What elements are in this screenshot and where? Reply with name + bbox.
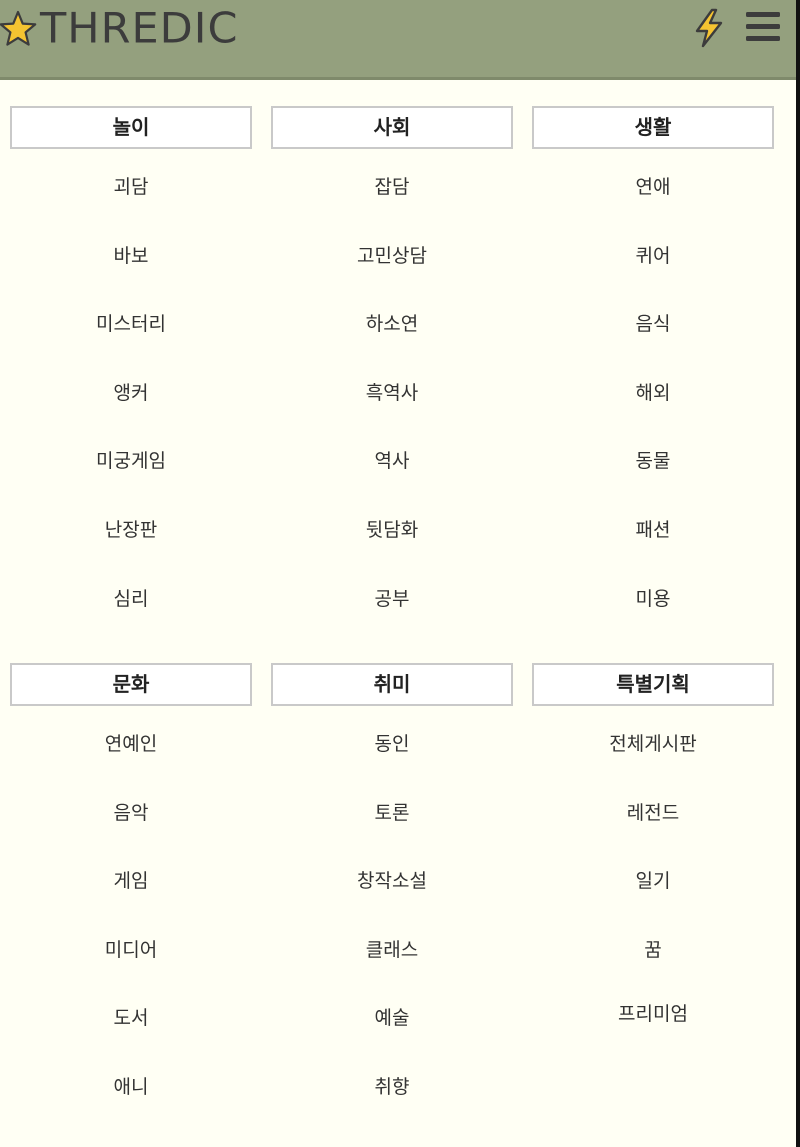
board-link[interactable]: 예술 bbox=[271, 1004, 513, 1032]
board-link[interactable]: 역사 bbox=[271, 447, 513, 475]
board-link[interactable]: 동인 bbox=[271, 730, 513, 758]
app-frame: THREDIC 놀이 괴담 바보 미스터리 앵커 미궁게임 난장판 심리 사회 … bbox=[0, 0, 796, 1147]
board-link[interactable]: 퀴어 bbox=[532, 242, 774, 270]
category-header[interactable]: 특별기획 bbox=[532, 663, 774, 706]
board-link[interactable]: 게임 bbox=[10, 867, 252, 895]
site-logo[interactable]: THREDIC bbox=[0, 6, 238, 52]
board-link[interactable]: 일기 bbox=[532, 867, 774, 895]
board-link[interactable]: 클래스 bbox=[271, 936, 513, 964]
category-column: 취미 동인 토론 창작소설 클래스 예술 취향 bbox=[271, 663, 513, 1098]
board-link[interactable]: 잡담 bbox=[271, 173, 513, 201]
board-link[interactable]: 토론 bbox=[271, 799, 513, 827]
board-link[interactable]: 취향 bbox=[271, 1073, 513, 1101]
category-header[interactable]: 놀이 bbox=[10, 106, 252, 149]
board-link[interactable]: 뒷담화 bbox=[271, 516, 513, 544]
board-link[interactable]: 흑역사 bbox=[271, 379, 513, 407]
board-link[interactable]: 앵커 bbox=[10, 379, 252, 407]
board-link[interactable]: 꿈 bbox=[532, 936, 774, 964]
board-link[interactable]: 미궁게임 bbox=[10, 447, 252, 475]
board-link[interactable]: 도서 bbox=[10, 1004, 252, 1032]
board-link[interactable]: 연예인 bbox=[10, 730, 252, 758]
category-header[interactable]: 문화 bbox=[10, 663, 252, 706]
board-link[interactable]: 심리 bbox=[10, 585, 252, 613]
logo-text: THREDIC bbox=[40, 4, 239, 54]
site-header: THREDIC bbox=[0, 0, 796, 80]
board-link[interactable]: 패션 bbox=[532, 516, 774, 544]
category-column: 문화 연예인 음악 게임 미디어 도서 애니 bbox=[10, 663, 252, 1098]
board-link[interactable]: 해외 bbox=[532, 379, 774, 407]
board-link[interactable]: 미디어 bbox=[10, 936, 252, 964]
category-header[interactable]: 생활 bbox=[532, 106, 774, 149]
board-link[interactable]: 바보 bbox=[10, 242, 252, 270]
category-header[interactable]: 취미 bbox=[271, 663, 513, 706]
board-link[interactable]: 음식 bbox=[532, 310, 774, 338]
board-link[interactable]: 고민상담 bbox=[271, 242, 513, 270]
board-link[interactable]: 레전드 bbox=[532, 799, 774, 827]
category-header[interactable]: 사회 bbox=[271, 106, 513, 149]
board-link[interactable]: 미스터리 bbox=[10, 310, 252, 338]
board-link[interactable]: 전체게시판 bbox=[532, 730, 774, 758]
category-column: 놀이 괴담 바보 미스터리 앵커 미궁게임 난장판 심리 bbox=[10, 106, 252, 610]
category-column: 생활 연애 퀴어 음식 해외 동물 패션 미용 bbox=[532, 106, 774, 610]
board-link[interactable]: 난장판 bbox=[10, 516, 252, 544]
hamburger-menu-icon[interactable] bbox=[744, 8, 782, 46]
board-link[interactable]: 동물 bbox=[532, 447, 774, 475]
board-link[interactable]: 괴담 bbox=[10, 173, 252, 201]
board-link[interactable]: 공부 bbox=[271, 585, 513, 613]
board-link[interactable]: 미용 bbox=[532, 585, 774, 613]
category-column: 특별기획 전체게시판 레전드 일기 꿈 프리미엄 bbox=[532, 663, 774, 1025]
lightning-icon[interactable] bbox=[692, 8, 726, 48]
board-link[interactable]: 프리미엄 bbox=[532, 1000, 774, 1028]
board-link[interactable]: 애니 bbox=[10, 1073, 252, 1101]
board-link[interactable]: 음악 bbox=[10, 799, 252, 827]
board-link[interactable]: 하소연 bbox=[271, 310, 513, 338]
board-link[interactable]: 창작소설 bbox=[271, 867, 513, 895]
category-column: 사회 잡담 고민상담 하소연 흑역사 역사 뒷담화 공부 bbox=[271, 106, 513, 610]
star-icon bbox=[0, 10, 37, 46]
board-link[interactable]: 연애 bbox=[532, 173, 774, 201]
